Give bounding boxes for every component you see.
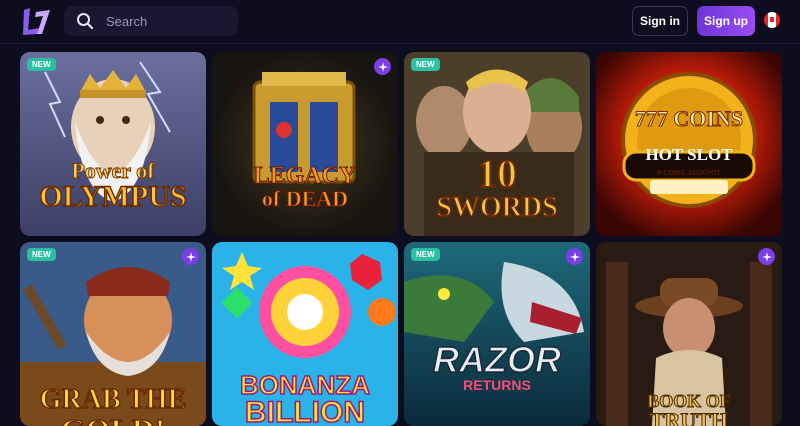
- star-badge-icon: [566, 248, 583, 265]
- sign-up-button[interactable]: Sign up: [697, 6, 755, 36]
- game-title: GRAB THE GOLD!: [39, 384, 187, 426]
- new-badge: NEW: [411, 58, 440, 71]
- brand-logo[interactable]: [20, 4, 52, 38]
- star-badge-icon: [758, 248, 775, 265]
- game-tile-legacy-of-dead[interactable]: LEGACY of DEAD: [212, 52, 398, 236]
- new-badge: NEW: [411, 248, 440, 261]
- star-badge-icon: [374, 58, 391, 75]
- game-tile-10-swords[interactable]: NEW 10 SWORDS: [404, 52, 590, 236]
- game-title: Power of OLYMPUS: [39, 158, 188, 213]
- game-title: RAZOR RETURNS: [432, 339, 562, 393]
- game-title: LEGACY of DEAD: [253, 163, 357, 211]
- new-badge: NEW: [27, 58, 56, 71]
- top-bar: Sign in Sign up: [0, 0, 800, 44]
- game-tile-razor-returns[interactable]: NEW RAZOR RETURNS: [404, 242, 590, 426]
- search-input[interactable]: [106, 13, 226, 29]
- game-title: 10 SWORDS: [436, 151, 559, 223]
- game-thumbnail: [404, 242, 590, 426]
- search-icon: [77, 13, 94, 30]
- game-tile-book-of-truth[interactable]: BOOK OF TRUTH: [596, 242, 782, 426]
- game-title: 777 COINS HOT SLOT 9 COINS JACKPOT: [634, 106, 744, 177]
- game-tile-power-of-olympus[interactable]: NEW Power of OLYMPUS: [20, 52, 206, 236]
- sign-in-button[interactable]: Sign in: [632, 6, 688, 36]
- canada-flag-icon[interactable]: [764, 12, 780, 28]
- search-box[interactable]: [64, 6, 238, 36]
- game-tile-bonanza-billion[interactable]: BONANZA BILLION: [212, 242, 398, 426]
- game-tile-grab-the-gold[interactable]: NEW GRAB THE GOLD!: [20, 242, 206, 426]
- game-title: BONANZA BILLION: [239, 370, 371, 426]
- game-tile-777-coins-hot-slot[interactable]: 777 COINS HOT SLOT 9 COINS JACKPOT: [596, 52, 782, 236]
- star-badge-icon: [182, 248, 199, 265]
- game-title: BOOK OF TRUTH: [647, 391, 732, 426]
- new-badge: NEW: [27, 248, 56, 261]
